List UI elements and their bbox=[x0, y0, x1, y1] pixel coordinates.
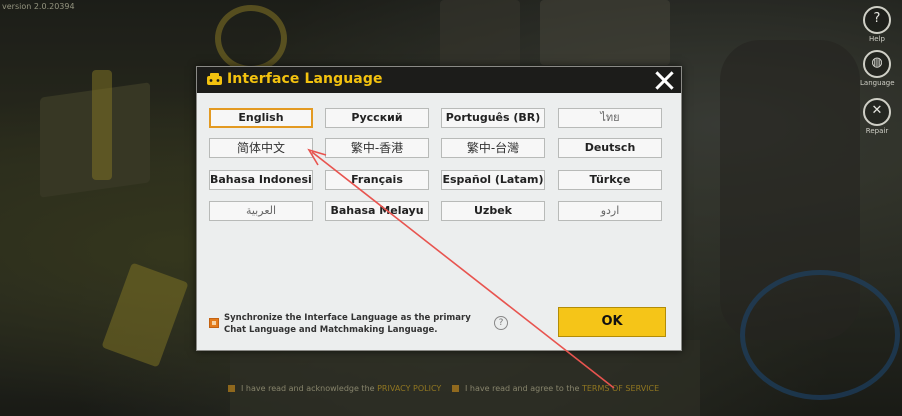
close-icon[interactable] bbox=[653, 69, 675, 91]
interface-language-dialog: Interface Language English Русский Portugu… bbox=[196, 66, 682, 351]
language-option[interactable]: Türkçe bbox=[558, 170, 662, 190]
sync-language-checkbox[interactable] bbox=[209, 318, 219, 328]
language-option[interactable]: Uzbek bbox=[441, 201, 545, 221]
language-option[interactable]: العربية bbox=[209, 201, 313, 221]
language-option[interactable]: ไทย bbox=[558, 108, 662, 128]
dialog-title: Interface Language bbox=[227, 71, 383, 87]
language-option[interactable]: Español (Latam) bbox=[441, 170, 545, 190]
language-option[interactable]: 繁中-香港 bbox=[325, 138, 429, 158]
sync-language-text: Synchronize the Interface Language as th… bbox=[224, 313, 471, 335]
language-option[interactable]: Français bbox=[325, 170, 429, 190]
language-option[interactable]: Bahasa Melayu bbox=[325, 201, 429, 221]
help-button[interactable]: ? Help bbox=[860, 6, 894, 43]
language-option[interactable]: 简体中文 bbox=[209, 138, 313, 158]
language-option[interactable]: 繁中-台灣 bbox=[441, 138, 545, 158]
language-button[interactable]: ◍ Language bbox=[860, 50, 895, 87]
question-icon[interactable]: ? bbox=[494, 316, 508, 330]
terms-agreement[interactable]: I have read and agree to the TERMS OF SE… bbox=[452, 384, 659, 393]
language-option[interactable]: اردو bbox=[558, 201, 662, 221]
terms-of-service-link[interactable]: TERMS OF SERVICE bbox=[582, 384, 659, 393]
ok-button[interactable]: OK bbox=[558, 307, 666, 337]
terms-checkbox[interactable] bbox=[452, 385, 459, 392]
language-label: Language bbox=[860, 79, 895, 87]
version-label: version 2.0.20394 bbox=[2, 2, 75, 11]
language-option[interactable]: Português (BR) bbox=[441, 108, 545, 128]
language-option[interactable]: English bbox=[209, 108, 313, 128]
privacy-agreement[interactable]: I have read and acknowledge the PRIVACY … bbox=[228, 384, 441, 393]
language-option[interactable]: Deutsch bbox=[558, 138, 662, 158]
controller-icon bbox=[207, 73, 222, 85]
repair-tools-icon: ✕ bbox=[863, 98, 891, 126]
language-option[interactable]: Bahasa Indonesia bbox=[209, 170, 313, 190]
help-label: Help bbox=[869, 35, 885, 43]
language-option[interactable]: Русский bbox=[325, 108, 429, 128]
privacy-policy-link[interactable]: PRIVACY POLICY bbox=[377, 384, 441, 393]
language-globe-icon: ◍ bbox=[863, 50, 891, 78]
repair-button[interactable]: ✕ Repair bbox=[860, 98, 894, 135]
privacy-checkbox[interactable] bbox=[228, 385, 235, 392]
repair-label: Repair bbox=[865, 127, 889, 135]
help-icon: ? bbox=[863, 6, 891, 34]
dialog-header: Interface Language bbox=[197, 67, 681, 93]
